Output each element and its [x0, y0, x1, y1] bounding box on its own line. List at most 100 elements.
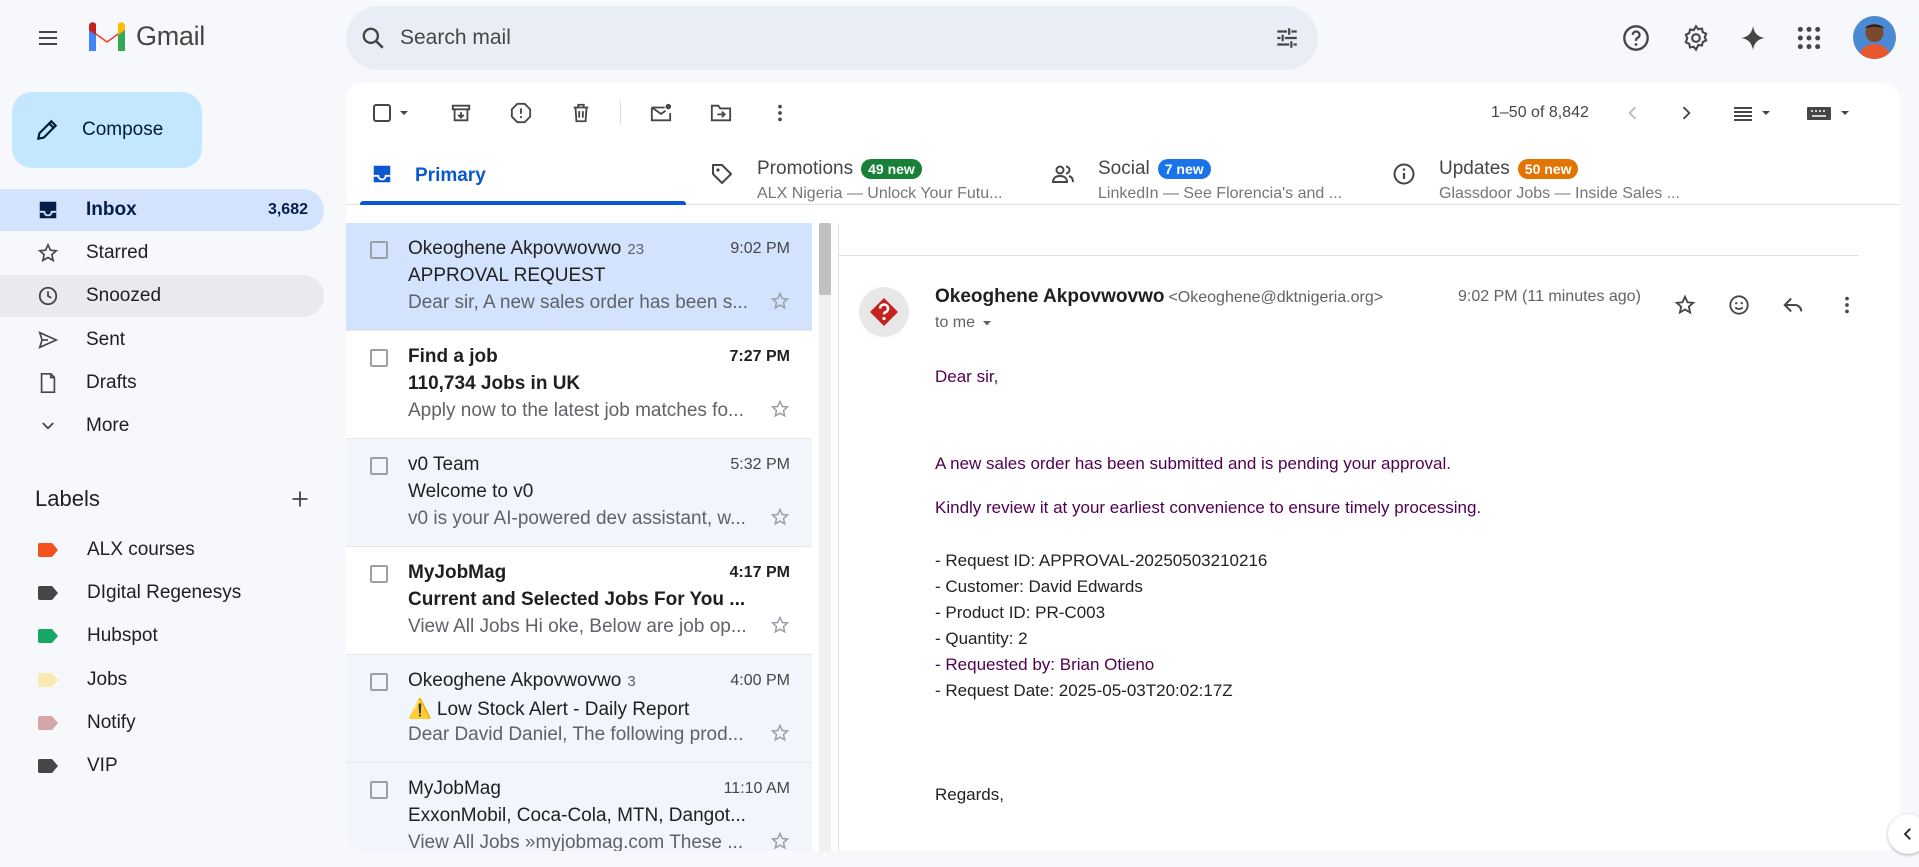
input-tools-keyboard-icon[interactable]: [1801, 95, 1857, 131]
label-tag-icon: [38, 543, 58, 557]
mail-row[interactable]: v0 Team 5:32 PM Welcome to v0 v0 is your…: [346, 439, 812, 547]
scrollbar-thumb[interactable]: [819, 223, 831, 295]
tab-updates[interactable]: Updates 50 new Glassdoor Jobs — Inside S…: [1368, 145, 1709, 205]
newer-page-icon[interactable]: [1615, 95, 1651, 131]
sender-name[interactable]: Okeoghene Akpovwovwo: [935, 286, 1164, 307]
settings-gear-icon[interactable]: [1676, 18, 1716, 58]
label-item-notify[interactable]: Notify: [0, 702, 324, 744]
star-icon[interactable]: [770, 507, 790, 527]
star-icon[interactable]: [770, 831, 790, 851]
report-spam-icon[interactable]: [503, 95, 539, 131]
active-tab-indicator: [360, 201, 686, 205]
labels-heading: Labels: [35, 486, 100, 511]
mail-snippet: v0 is your AI-powered dev assistant, w..…: [408, 508, 746, 529]
reading-pane: Okeoghene Akpovwovwo <Okeoghene@dktnigeri…: [838, 223, 1900, 851]
recipient-details[interactable]: to me: [935, 314, 993, 332]
delete-icon[interactable]: [563, 95, 599, 131]
select-all-checkbox[interactable]: [366, 95, 420, 131]
search-bar[interactable]: [346, 6, 1318, 70]
archive-icon[interactable]: [443, 95, 479, 131]
label-item-vip[interactable]: VIP: [0, 745, 324, 787]
chevron-down-icon: [36, 414, 60, 438]
star-icon: [36, 241, 60, 265]
mail-toolbar: 1–50 of 8,842: [346, 83, 1900, 145]
sidebar-item-inbox[interactable]: Inbox 3,682: [0, 189, 324, 231]
mail-row[interactable]: MyJobMag 11:10 AM ExxonMobil, Coca-Cola,…: [346, 763, 812, 851]
row-checkbox[interactable]: [370, 457, 388, 475]
mail-time: 4:00 PM: [730, 672, 790, 689]
mail-list-scrollbar[interactable]: [819, 223, 831, 851]
search-input[interactable]: [400, 26, 1274, 50]
row-checkbox[interactable]: [370, 349, 388, 367]
reply-icon[interactable]: [1773, 285, 1813, 325]
tab-preview: LinkedIn — See Florencia's and ...: [1098, 185, 1343, 202]
label-name: Jobs: [87, 669, 128, 690]
mark-as-unread-icon[interactable]: [643, 95, 679, 131]
pagination-range: 1–50 of 8,842: [1491, 104, 1589, 121]
star-icon[interactable]: [770, 723, 790, 743]
pencil-icon: [34, 117, 60, 143]
sidebar-item-drafts[interactable]: Drafts: [0, 362, 324, 404]
row-checkbox[interactable]: [370, 673, 388, 691]
star-icon[interactable]: [1665, 285, 1705, 325]
mail-sender: MyJobMag: [408, 778, 501, 799]
label-name: VIP: [87, 755, 118, 776]
tab-social[interactable]: Social 7 new LinkedIn — See Florencia's …: [1027, 145, 1368, 205]
older-page-icon[interactable]: [1668, 95, 1704, 131]
body-line: Regards,: [935, 785, 1004, 804]
mail-row[interactable]: Find a job 7:27 PM 110,734 Jobs in UK Ap…: [346, 331, 812, 439]
sender-avatar[interactable]: [859, 287, 909, 337]
label-item-digital-regenesys[interactable]: DIgital Regenesys: [0, 572, 324, 614]
label-item-hubspot[interactable]: Hubspot: [0, 615, 324, 657]
mail-row[interactable]: Okeoghene Akpovwovwo 3 4:00 PM ⚠️ Low Sto…: [346, 655, 812, 763]
sidebar-item-snoozed[interactable]: Snoozed: [0, 275, 324, 317]
row-checkbox[interactable]: [370, 241, 388, 259]
add-label-icon[interactable]: [280, 479, 320, 519]
star-icon[interactable]: [770, 615, 790, 635]
compose-button[interactable]: Compose: [12, 92, 202, 168]
more-actions-icon[interactable]: [1827, 285, 1867, 325]
sidebar-item-more[interactable]: More: [0, 405, 324, 447]
tab-primary[interactable]: Primary: [346, 145, 686, 205]
mail-time: 4:17 PM: [729, 564, 790, 581]
star-icon[interactable]: [770, 291, 790, 311]
gmail-logo[interactable]: Gmail: [86, 20, 205, 52]
row-checkbox[interactable]: [370, 781, 388, 799]
sidebar-item-sent[interactable]: Sent: [0, 319, 324, 361]
main-menu-icon[interactable]: [28, 18, 68, 58]
app-name: Gmail: [136, 20, 206, 51]
search-icon[interactable]: [360, 25, 386, 51]
google-apps-icon[interactable]: [1789, 18, 1829, 58]
sidebar-item-label: Snoozed: [86, 285, 162, 306]
account-avatar[interactable]: [1853, 16, 1896, 59]
add-reaction-emoji-icon[interactable]: [1719, 285, 1759, 325]
star-icon[interactable]: [770, 399, 790, 419]
sidebar-item-label: More: [86, 415, 130, 436]
new-count-badge: 49 new: [861, 159, 922, 179]
move-to-icon[interactable]: [703, 95, 739, 131]
mail-row[interactable]: Okeoghene Akpovwovwo 23 9:02 PM APPROVAL …: [346, 223, 812, 331]
sidebar-item-label: Drafts: [86, 372, 137, 393]
gemini-sparkle-icon[interactable]: [1733, 18, 1773, 58]
body-line: - Requested by: Brian Otieno: [935, 655, 1155, 674]
mail-time: 11:10 AM: [723, 780, 790, 797]
message-timestamp: 9:02 PM (11 minutes ago): [1458, 288, 1641, 305]
label-item-jobs[interactable]: Jobs: [0, 659, 324, 701]
sender-email: <Okeoghene@dktnigeria.org>: [1168, 289, 1384, 306]
density-toggle-icon[interactable]: [1724, 95, 1780, 131]
mail-snippet: Dear David Daniel, The following prod...: [408, 724, 744, 745]
inbox-icon: [371, 163, 393, 185]
mail-row[interactable]: MyJobMag 4:17 PM Current and Selected Jo…: [346, 547, 812, 655]
tab-promotions[interactable]: Promotions 49 new ALX Nigeria — Unlock Y…: [686, 145, 1027, 205]
tab-title: Primary: [415, 165, 486, 186]
label-name: Hubspot: [87, 625, 158, 646]
inbox-unread-count: 3,682: [267, 201, 308, 218]
label-item-alx-courses[interactable]: ALX courses: [0, 529, 324, 571]
mail-subject: ExxonMobil, Coca-Cola, MTN, Dangot...: [408, 805, 746, 826]
search-options-icon[interactable]: [1274, 25, 1300, 51]
more-options-icon[interactable]: [762, 95, 798, 131]
tab-title: Promotions: [757, 158, 854, 179]
row-checkbox[interactable]: [370, 565, 388, 583]
sidebar-item-starred[interactable]: Starred: [0, 232, 324, 274]
help-icon[interactable]: [1616, 18, 1656, 58]
